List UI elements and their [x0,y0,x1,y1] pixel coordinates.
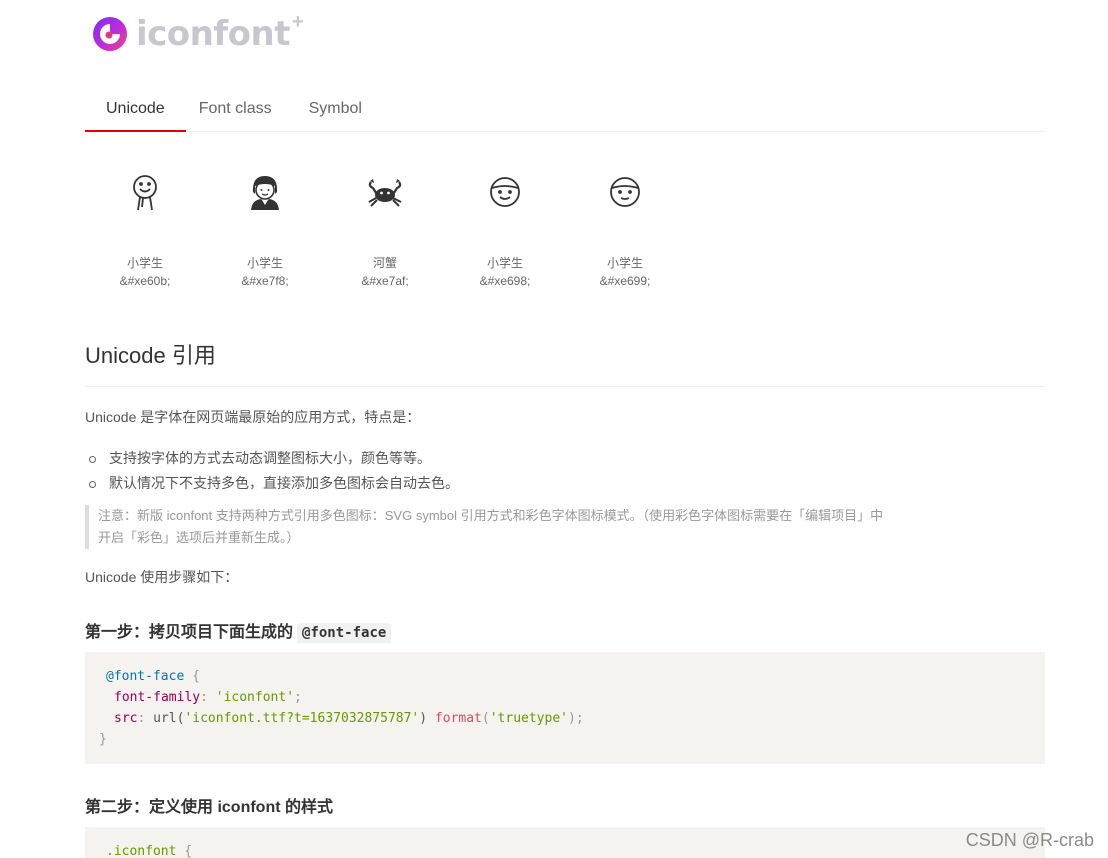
icon-code: &#xe699; [599,274,651,288]
icon-name: 小学生 [606,256,643,270]
tab-symbol[interactable]: Symbol [290,88,383,132]
code-punc: : [137,711,154,726]
icon-item[interactable]: 小学生 &#xe699; [565,160,685,290]
icon-item[interactable]: 河蟹 &#xe7af; [325,160,445,290]
code-prop: src [114,711,138,726]
icon-name: 小学生 [246,256,283,270]
list-item: 支持按字体的方式去动态调整图标大小，颜色等等。 [85,446,459,471]
icon-item[interactable]: 小学生 &#xe60b; [85,160,205,290]
watermark: CSDN @R-crab [965,830,1094,850]
intro-text: Unicode 是字体在网页端最原始的应用方式，特点是： [85,409,421,425]
code-punc: { [184,669,200,684]
tab-unicode[interactable]: Unicode [85,88,186,132]
iconfont-logo[interactable]: iconfont + [92,10,304,54]
logo-plus: + [291,10,304,33]
code-block-font-face[interactable]: @font-face { font-family: 'iconfont'; src:… [85,652,1045,764]
icon-code: &#xe7af; [361,274,409,288]
icon-code: &#xe698; [479,274,531,288]
code-url-close: ) [419,711,435,726]
icon-grid: 小学生 &#xe60b; 小学生 &#xe7f8; 河蟹 &#xe7af; 小学… [85,160,685,290]
code-punc: ); [568,711,584,726]
code-punc: { [176,844,193,858]
code-punc: : [200,690,216,705]
section-title: Unicode 引用 [85,343,216,368]
divider [85,386,1045,387]
face-icon [490,177,520,207]
face-icon [610,177,640,207]
tab-font-class[interactable]: Font class [186,88,290,132]
iconfont-logo-icon [93,17,127,51]
tab-bar: Unicode Font class Symbol [85,88,1045,132]
code-selector: .iconfont [106,844,177,858]
note-blockquote: 注意：新版 iconfont 支持两种方式引用多色图标：SVG symbol 引… [85,505,885,549]
feature-list: 支持按字体的方式去动态调整图标大小，颜色等等。 默认情况下不支持多色，直接添加多… [85,446,459,496]
icon-code: &#xe60b; [119,274,171,288]
icon-name: 小学生 [486,256,523,270]
inline-code: @font-face [297,623,392,643]
step1-title: 第一步：拷贝项目下面生成的 @font-face [85,618,392,643]
list-item: 默认情况下不支持多色，直接添加多色图标会自动去色。 [85,471,459,496]
code-punc: ; [294,690,302,705]
student-girl-icon [251,176,279,210]
icon-item[interactable]: 小学生 &#xe698; [445,160,565,290]
code-function: format [434,711,482,726]
steps-intro: Unicode 使用步骤如下： [85,569,239,585]
stick-figure-icon [133,175,157,211]
step2-title: 第二步：定义使用 iconfont 的样式 [85,799,333,816]
code-block-iconfont-class[interactable]: .iconfont { [85,827,1045,858]
icon-item[interactable]: 小学生 &#xe7f8; [205,160,325,290]
code-string: 'truetype' [489,711,568,726]
code-string: 'iconfont.ttf?t=1637032875787' [184,711,420,726]
code-punc: } [99,732,107,747]
icon-name: 河蟹 [372,256,397,270]
note-line: 开启「彩色」选项后并重新生成。） [98,530,300,545]
code-at-rule: @font-face [106,669,185,684]
note-line: 注意：新版 iconfont 支持两种方式引用多色图标：SVG symbol 引… [98,508,884,523]
code-url: url( [153,711,185,726]
crab-icon [368,179,402,207]
code-punc: ( [481,711,490,726]
step1-text: 第一步：拷贝项目下面生成的 [85,624,294,641]
icon-code: &#xe7f8; [241,274,289,288]
logo-text: iconfont [136,14,290,54]
code-prop: font-family [114,690,201,705]
icon-name: 小学生 [126,256,163,270]
code-string: 'iconfont' [215,690,295,705]
